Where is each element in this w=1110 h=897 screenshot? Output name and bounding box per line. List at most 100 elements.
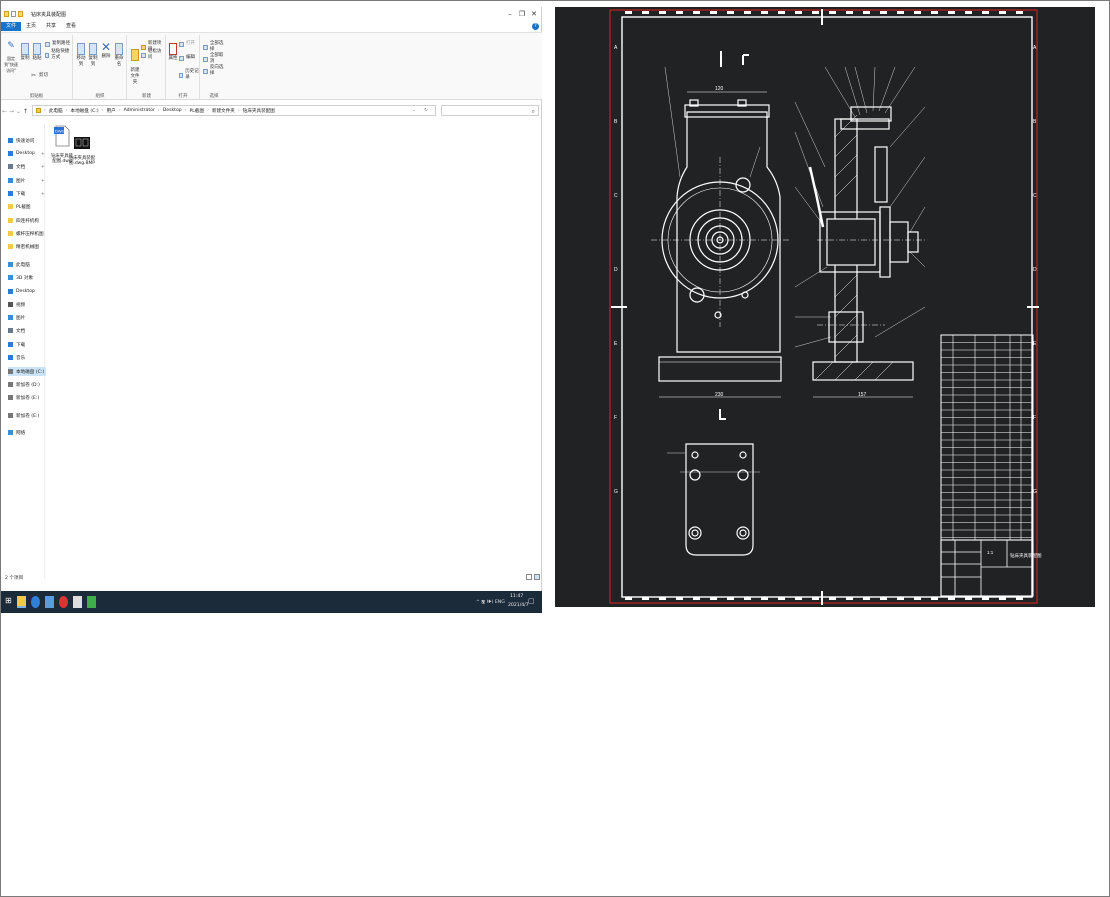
cut-button[interactable]: ✂ 剪切 xyxy=(31,73,48,79)
pin-quick-access-button[interactable]: ✎ 固定到"快速访问" xyxy=(3,42,19,74)
file-explorer-taskbar-icon[interactable] xyxy=(17,596,26,608)
properties-quick-icon[interactable] xyxy=(11,11,16,17)
clock-time[interactable]: 11:47 xyxy=(510,594,523,599)
app-white-taskbar-icon[interactable] xyxy=(73,596,82,608)
breadcrumb-pl-screenshots[interactable]: PL截图 xyxy=(190,108,205,114)
paste-icon xyxy=(33,43,41,55)
new-folder-button[interactable]: 新建 文件夹 xyxy=(129,43,141,86)
nav-item[interactable]: 图片 xyxy=(8,313,46,322)
large-icons-view-icon[interactable] xyxy=(534,574,540,580)
zone-tick xyxy=(744,11,751,14)
new-group-label: 新建 xyxy=(142,94,151,99)
easy-access-button[interactable]: 轻松访问 xyxy=(141,49,165,61)
start-windows-icon[interactable]: ⊞ xyxy=(5,596,14,608)
nav-item[interactable]: 此电脑 xyxy=(8,260,46,269)
back-arrow-icon[interactable]: ← xyxy=(1,108,8,115)
search-input[interactable]: ⌕ xyxy=(441,105,539,116)
tab-file[interactable]: 文件 xyxy=(1,22,22,31)
tab-home[interactable]: 主页 xyxy=(21,22,41,31)
clock-date[interactable]: 2021/4/7 xyxy=(508,603,529,608)
pictures-icon xyxy=(8,315,13,320)
nav-item[interactable]: 精密机械图 xyxy=(8,242,46,251)
help-icon[interactable]: ? xyxy=(532,23,539,30)
select-none-button[interactable]: 全部取消 xyxy=(203,53,227,65)
new-folder-quick-icon[interactable] xyxy=(18,11,23,17)
app-red-taskbar-icon[interactable] xyxy=(59,596,68,608)
nav-item[interactable]: 网络 xyxy=(8,428,46,437)
breadcrumb-this-pc[interactable]: 此电脑 xyxy=(49,108,63,114)
nav-item-label: 四连杆机构 xyxy=(16,218,39,224)
paste-shortcut-label: 粘贴快捷方式 xyxy=(51,49,70,60)
nav-item[interactable]: 螺杆压榨机图 xyxy=(8,229,46,238)
breadcrumb-new-folder[interactable]: 新建文件夹 xyxy=(212,108,235,114)
file-bmp[interactable]: 钻床夹具装配图.dwg.BMP xyxy=(68,137,96,167)
folder-icon xyxy=(8,204,13,209)
nav-item[interactable]: Desktop xyxy=(8,287,46,296)
paste-shortcut-button[interactable]: 粘贴快捷方式 xyxy=(45,49,72,61)
window-title: 钻床夹具装配图 xyxy=(31,11,67,18)
properties-check-icon xyxy=(169,43,177,55)
select-all-button[interactable]: 全部选择 xyxy=(203,41,227,53)
properties-button[interactable]: 属性 xyxy=(168,43,178,62)
zone-letter: E xyxy=(614,341,618,347)
nav-item[interactable]: 本地磁盘 (C:) xyxy=(8,367,46,376)
nav-item[interactable]: 音乐 xyxy=(8,353,46,362)
invert-selection-label: 反向选择 xyxy=(209,65,224,76)
nav-item[interactable]: 视频 xyxy=(8,300,46,309)
paste-button[interactable]: 粘贴 xyxy=(32,43,42,62)
pin-icon[interactable]: ✶ xyxy=(41,164,44,169)
pin-icon[interactable]: ✶ xyxy=(41,191,44,196)
nav-item[interactable]: 3D 对象 xyxy=(8,273,46,282)
invert-selection-button[interactable]: 反向选择 xyxy=(203,65,227,77)
breadcrumb-users[interactable]: 用户 xyxy=(107,108,116,114)
nav-item-label: 图片 xyxy=(16,315,26,321)
nav-item[interactable]: 新加卷 (E:) xyxy=(8,411,46,420)
minimize-button[interactable]: – xyxy=(504,9,516,19)
recent-chevron-icon[interactable]: ⌄ xyxy=(15,108,22,115)
app-green-taskbar-icon[interactable] xyxy=(87,596,96,608)
breadcrumb-desktop[interactable]: Desktop xyxy=(163,108,182,113)
breadcrumb-current-folder[interactable]: 钻床夹具装配图 xyxy=(243,108,275,114)
address-dropdown-icon[interactable]: ⌄ xyxy=(412,108,416,113)
forward-arrow-icon[interactable]: → xyxy=(8,108,15,115)
select-none-icon xyxy=(203,56,208,62)
copy-button[interactable]: 复制 xyxy=(20,43,30,62)
nav-item[interactable]: 新加卷 (D:) xyxy=(8,380,46,389)
system-tray[interactable]: ^ 🖫 🕪) ENG xyxy=(476,598,505,606)
copy-path-button[interactable]: 复制路径 xyxy=(45,41,70,47)
address-bar[interactable]: › 此电脑 › 本地磁盘 (C:) › 用户 › Administrator ›… xyxy=(32,105,436,116)
up-arrow-icon[interactable]: ↑ xyxy=(22,108,29,115)
move-to-button[interactable]: 移动到 xyxy=(76,43,86,68)
close-button[interactable]: ✕ xyxy=(528,9,540,19)
zone-tick xyxy=(778,597,785,600)
nav-item[interactable]: 四连杆机构 xyxy=(8,216,46,225)
details-view-icon[interactable] xyxy=(526,574,532,580)
zone-tick xyxy=(727,11,734,14)
document-taskbar-icon[interactable] xyxy=(45,596,54,608)
pin-icon[interactable]: ✶ xyxy=(41,151,44,156)
nav-item[interactable]: 快速访问 xyxy=(8,136,46,145)
pin-icon[interactable]: ✶ xyxy=(41,178,44,183)
delete-button[interactable]: ✕ 删除 xyxy=(101,41,111,60)
zone-letter: C xyxy=(1033,193,1037,199)
open-button[interactable]: 打开 xyxy=(179,41,195,47)
zone-tick xyxy=(999,11,1006,14)
nav-item[interactable]: 新加卷 (E:) xyxy=(8,393,46,402)
nav-item[interactable]: 下载 xyxy=(8,340,46,349)
nav-item[interactable]: PL截图 xyxy=(8,202,46,211)
restore-button[interactable]: ❐ xyxy=(516,9,528,19)
rename-button[interactable]: 重命名 xyxy=(113,43,125,68)
breadcrumb-administrator[interactable]: Administrator xyxy=(124,108,155,113)
browser-taskbar-icon[interactable] xyxy=(31,596,40,608)
zone-tick xyxy=(761,11,768,14)
tab-share[interactable]: 共享 xyxy=(41,22,61,31)
nav-item-label: 文档 xyxy=(16,328,26,334)
edit-button[interactable]: 编辑 xyxy=(179,55,195,61)
refresh-icon[interactable]: ↻ xyxy=(424,108,428,113)
nav-item[interactable]: 文档 xyxy=(8,326,46,335)
tab-view[interactable]: 查看 xyxy=(61,22,81,31)
history-button[interactable]: 历史记录 xyxy=(179,69,199,81)
copy-to-button[interactable]: 复制到 xyxy=(88,43,98,68)
breadcrumb-local-disk[interactable]: 本地磁盘 (C:) xyxy=(70,108,98,114)
notification-icon[interactable]: ▢ xyxy=(528,597,535,605)
